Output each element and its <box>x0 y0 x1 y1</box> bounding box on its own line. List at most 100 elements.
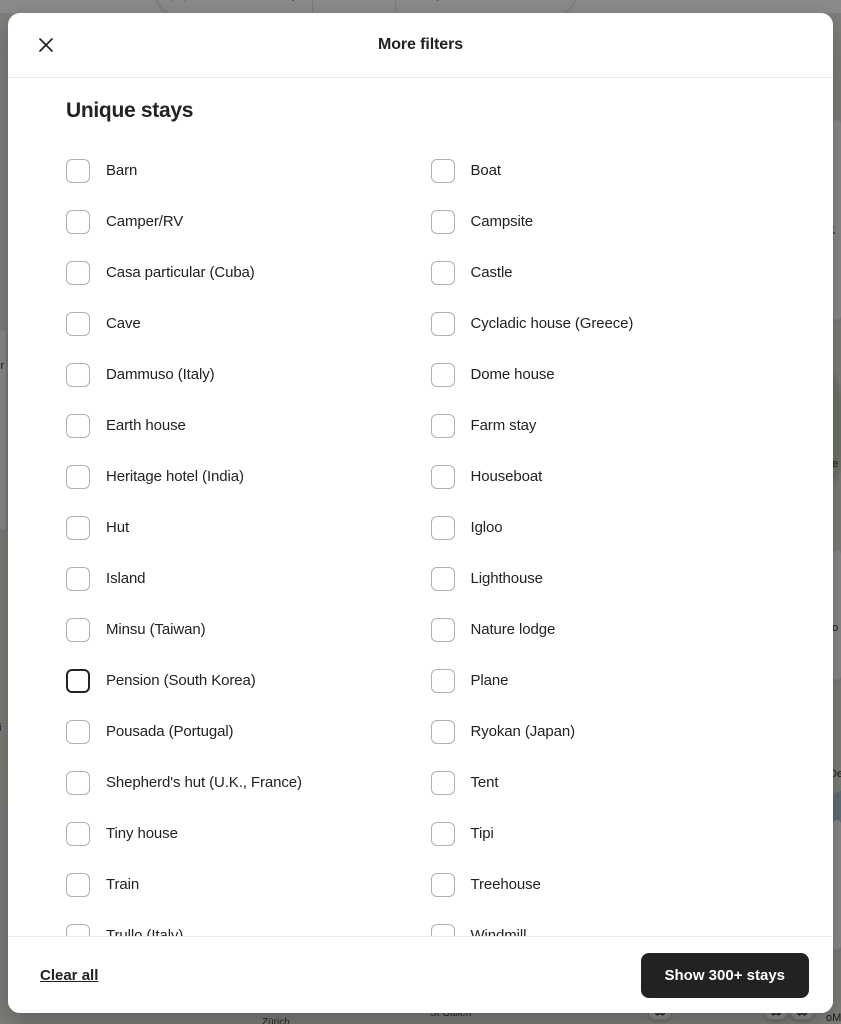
checkbox-row[interactable]: Pousada (Portugal) <box>56 706 421 757</box>
checkbox-row[interactable]: Shepherd's hut (U.K., France) <box>56 757 421 808</box>
checkbox-row[interactable]: Igloo <box>421 502 786 553</box>
checkbox-icon[interactable] <box>430 260 455 285</box>
checkbox-row[interactable]: Earth house <box>56 400 421 451</box>
checkbox-icon[interactable] <box>430 923 455 936</box>
checkbox-row[interactable]: Lighthouse <box>421 553 786 604</box>
checkbox-label: Nature lodge <box>470 621 556 638</box>
checkbox-icon[interactable] <box>66 821 90 846</box>
checkbox-label: Igloo <box>470 519 503 536</box>
checkbox-label: Pousada (Portugal) <box>106 723 234 740</box>
checkbox-icon[interactable] <box>66 872 90 897</box>
checkbox-icon[interactable] <box>66 719 90 744</box>
checkbox-icon[interactable] <box>66 413 90 438</box>
checkbox-label: Pension (South Korea) <box>106 672 256 689</box>
checkbox-icon[interactable] <box>66 362 90 387</box>
checkbox-icon[interactable] <box>430 872 455 897</box>
checkbox-row[interactable]: Campsite <box>421 196 786 247</box>
checkbox-icon[interactable] <box>430 719 455 744</box>
clear-all-button[interactable]: Clear all <box>32 961 106 990</box>
checkbox-row[interactable]: Treehouse <box>421 859 786 910</box>
checkbox-label: Heritage hotel (India) <box>106 468 244 485</box>
checkbox-icon[interactable] <box>430 617 455 642</box>
modal-body[interactable]: Unique stays Barn Boat Camper/RV Campsite Ca… <box>8 78 833 936</box>
checkbox-label: Hut <box>106 519 130 536</box>
checkbox-label: Island <box>106 570 146 587</box>
checkbox-icon[interactable] <box>66 464 90 489</box>
checkbox-icon[interactable] <box>430 566 455 591</box>
modal-header: More filters <box>8 13 833 78</box>
checkbox-label: Treehouse <box>470 876 541 893</box>
checkbox-row[interactable]: Train <box>56 859 421 910</box>
checkbox-row[interactable]: Casa particular (Cuba) <box>56 247 421 298</box>
close-icon[interactable] <box>30 29 62 61</box>
checkbox-row[interactable]: Plane <box>421 655 786 706</box>
checkbox-label: Lighthouse <box>470 570 544 587</box>
show-stays-button[interactable]: Show 300+ stays <box>640 952 809 998</box>
modal-title: More filters <box>377 36 464 53</box>
checkbox-icon[interactable] <box>430 311 455 336</box>
checkbox-icon[interactable] <box>430 158 455 183</box>
checkbox-row[interactable]: Trullo (Italy) <box>56 910 421 936</box>
checkbox-label: Ryokan (Japan) <box>470 723 576 740</box>
checkbox-row[interactable]: Ryokan (Japan) <box>421 706 786 757</box>
checkbox-row[interactable]: Nature lodge <box>421 604 786 655</box>
more-filters-modal: More filters Unique stays Barn Boat Camper… <box>8 13 833 1013</box>
checkbox-row[interactable]: Dammuso (Italy) <box>56 349 421 400</box>
checkbox-row[interactable]: Island <box>56 553 421 604</box>
checkbox-row[interactable]: Pension (South Korea) <box>56 655 421 706</box>
checkbox-label: Train <box>106 876 140 893</box>
checkbox-row[interactable]: Dome house <box>421 349 786 400</box>
checkbox-icon[interactable] <box>66 770 90 795</box>
checkbox-row[interactable]: Barn <box>56 145 421 196</box>
checkbox-row[interactable]: Heritage hotel (India) <box>56 451 421 502</box>
checkbox-row[interactable]: Tent <box>421 757 786 808</box>
checkbox-icon[interactable] <box>66 515 90 540</box>
checkbox-icon[interactable] <box>430 209 455 234</box>
checkbox-icon[interactable] <box>430 464 455 489</box>
checkbox-icon[interactable] <box>66 923 90 936</box>
checkbox-icon[interactable] <box>66 566 90 591</box>
checkbox-icon[interactable] <box>430 413 455 438</box>
checkbox-label: Dammuso (Italy) <box>106 366 215 383</box>
checkbox-label: Barn <box>106 162 138 179</box>
checkbox-row[interactable]: Tipi <box>421 808 786 859</box>
section-heading: Unique stays <box>66 99 194 122</box>
checkbox-icon[interactable] <box>66 158 90 183</box>
checkbox-label: Plane <box>470 672 509 689</box>
checkbox-label: Casa particular (Cuba) <box>106 264 255 281</box>
checkbox-icon[interactable] <box>66 209 90 234</box>
checkbox-icon[interactable] <box>66 311 90 336</box>
checkbox-label: Houseboat <box>470 468 543 485</box>
checkbox-icon[interactable] <box>66 668 90 693</box>
checkbox-row[interactable]: Windmill <box>421 910 786 936</box>
checkbox-label: Windmill <box>470 927 527 936</box>
checkbox-row[interactable]: Cave <box>56 298 421 349</box>
checkbox-label: Dome house <box>470 366 555 383</box>
checkbox-label: Campsite <box>470 213 534 230</box>
checkbox-label: Boat <box>470 162 502 179</box>
checkbox-label: Earth house <box>106 417 186 434</box>
checkbox-label: Castle <box>470 264 513 281</box>
checkbox-label: Cave <box>106 315 141 332</box>
checkbox-row[interactable]: Cycladic house (Greece) <box>421 298 786 349</box>
checkbox-row[interactable]: Camper/RV <box>56 196 421 247</box>
checkbox-row[interactable]: Farm stay <box>421 400 786 451</box>
checkbox-icon[interactable] <box>430 821 455 846</box>
checkbox-label: Farm stay <box>470 417 537 434</box>
checkbox-row[interactable]: Castle <box>421 247 786 298</box>
checkbox-icon[interactable] <box>66 260 90 285</box>
checkbox-icon[interactable] <box>430 362 455 387</box>
checkbox-row[interactable]: Tiny house <box>56 808 421 859</box>
checkbox-label: Tipi <box>470 825 494 842</box>
checkbox-icon[interactable] <box>430 515 455 540</box>
checkbox-row[interactable]: Boat <box>421 145 786 196</box>
checkbox-row[interactable]: Houseboat <box>421 451 786 502</box>
checkbox-row[interactable]: Minsu (Taiwan) <box>56 604 421 655</box>
checkbox-icon[interactable] <box>66 617 90 642</box>
checkbox-label: Tiny house <box>106 825 178 842</box>
checkbox-row[interactable]: Hut <box>56 502 421 553</box>
checkbox-icon[interactable] <box>430 770 455 795</box>
checkbox-icon[interactable] <box>430 668 455 693</box>
checkbox-label: Trullo (Italy) <box>106 927 184 936</box>
checkbox-label: Cycladic house (Greece) <box>470 315 634 332</box>
